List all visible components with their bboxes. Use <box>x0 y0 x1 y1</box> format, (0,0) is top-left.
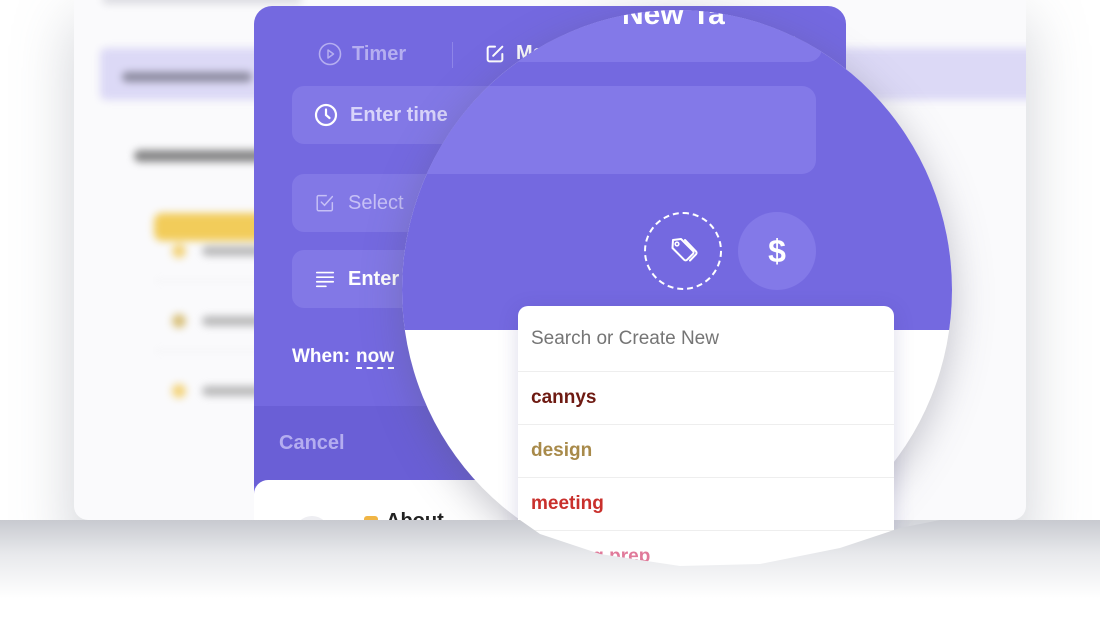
tag-icon <box>671 238 698 262</box>
tag-option-meeting[interactable]: meeting <box>518 478 894 531</box>
bg-status-dot <box>172 314 186 328</box>
avatar <box>294 516 330 552</box>
add-tag-button[interactable] <box>644 212 722 290</box>
magnified-dialog-area: New Ta $ <box>402 10 952 330</box>
when-value[interactable]: now <box>356 346 395 369</box>
bg-status-dot <box>172 384 186 398</box>
bg-status-dot <box>172 244 186 258</box>
tab-timer-label: Timer <box>352 42 407 65</box>
bg-breadcrumb <box>102 0 302 4</box>
bg-sprint-heading <box>134 150 274 162</box>
when-row: When: now <box>292 346 395 369</box>
dialog-title: New Ta <box>622 10 725 31</box>
task-select-placeholder: Select <box>348 191 404 214</box>
notes-input-placeholder: Enter <box>348 267 400 290</box>
tag-option-cannys[interactable]: cannys <box>518 372 894 425</box>
checkbox-icon <box>316 194 334 212</box>
tag-dropdown: cannys design meeting meeting prep <box>518 306 894 586</box>
magnified-time-field <box>402 86 816 174</box>
tag-option-meeting-prep[interactable]: meeting prep <box>518 531 894 584</box>
cancel-button[interactable]: Cancel <box>279 432 345 455</box>
play-circle-icon <box>318 42 342 66</box>
minimize-icon[interactable] <box>794 34 810 37</box>
tag-search-input[interactable] <box>518 306 894 372</box>
tag-option-design[interactable]: design <box>518 425 894 478</box>
task-preview-title: About <box>386 510 444 532</box>
billable-button[interactable]: $ <box>738 212 816 290</box>
dollar-icon: $ <box>768 232 786 269</box>
tab-timer[interactable]: Timer <box>318 42 406 66</box>
clock-icon <box>314 103 338 127</box>
text-lines-icon <box>315 271 335 288</box>
when-label: When: <box>292 346 351 367</box>
status-square <box>364 516 378 530</box>
bg-banner-text <box>122 72 252 82</box>
